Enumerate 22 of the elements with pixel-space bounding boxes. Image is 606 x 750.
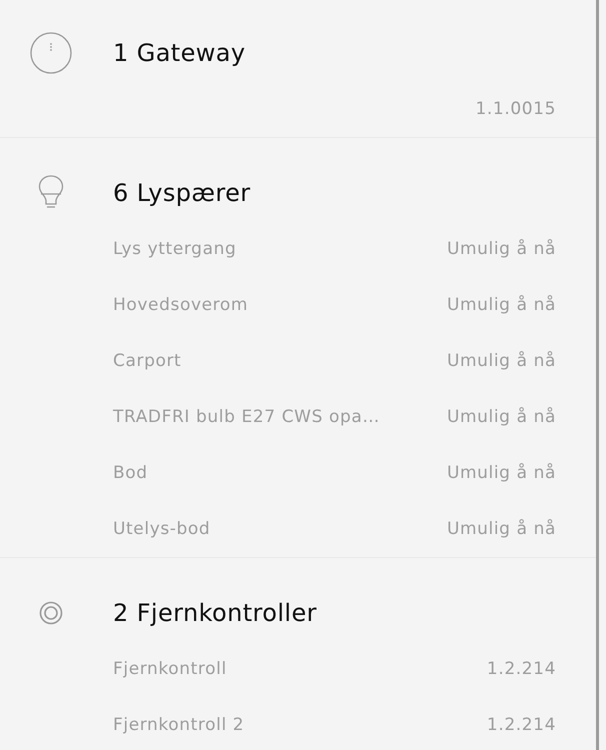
- device-name: TRADFRI bulb E27 CWS opa…: [113, 407, 381, 427]
- device-status: Umulig å nå: [446, 463, 556, 483]
- device-status: Umulig å nå: [446, 239, 556, 259]
- device-status: Umulig å nå: [446, 407, 556, 427]
- device-name: Fjernkontroll 2: [113, 715, 246, 735]
- section-title: 2 Fjernkontroller: [113, 599, 317, 627]
- remote-icon: [38, 601, 62, 625]
- device-name: Utelys-bod: [113, 519, 212, 539]
- device-name: Bod: [113, 463, 149, 483]
- gateway-icon: [30, 32, 72, 74]
- device-status: Umulig å nå: [446, 519, 556, 539]
- device-name: Fjernkontroll: [113, 659, 228, 679]
- device-status: Umulig å nå: [446, 295, 556, 315]
- device-status: 1.2.214: [486, 659, 556, 679]
- device-status: 1.2.214: [486, 715, 556, 735]
- device-name: Hovedsoverom: [113, 295, 250, 315]
- device-name: Lys yttergang: [113, 239, 238, 259]
- section-title: 6 Lyspærer: [113, 179, 251, 207]
- device-name: Carport: [113, 351, 182, 371]
- device-status: 1.1.0015: [475, 99, 556, 119]
- device-status: Umulig å nå: [446, 351, 556, 371]
- section-title: 1 Gateway: [113, 39, 246, 67]
